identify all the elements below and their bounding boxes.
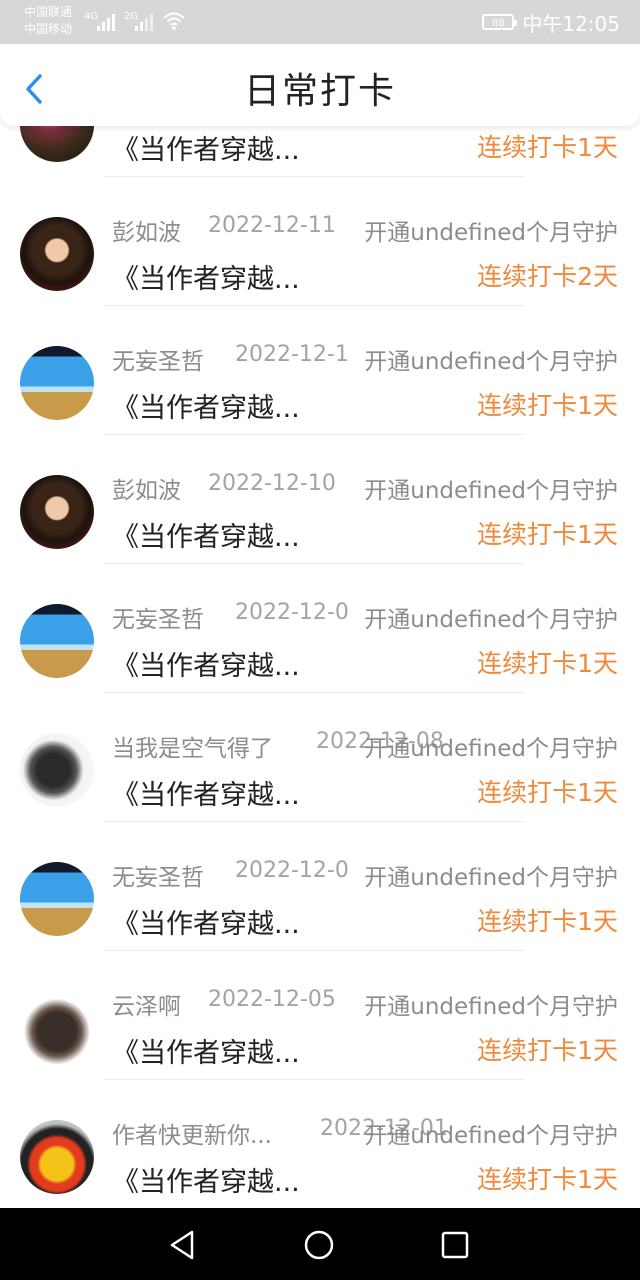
list-item[interactable]: 无妄圣哲 2022-12-0 开通undefined个月守护 《当作者穿越...…: [0, 564, 640, 693]
battery-icon: 88: [482, 14, 518, 30]
user-name: 彭如波: [112, 478, 181, 504]
streak-label: 连续打卡1天: [477, 778, 618, 807]
nav-recents-icon[interactable]: [438, 1228, 472, 1262]
guard-message: 开通undefined个月守护: [364, 736, 618, 762]
beach-avatar[interactable]: [20, 862, 94, 936]
book-title: 《当作者穿越...: [112, 1167, 300, 1198]
nav-home-icon[interactable]: [302, 1228, 336, 1262]
date: 2022-12-0: [235, 858, 349, 883]
portrait-avatar[interactable]: [20, 217, 94, 291]
streak-label: 连续打卡1天: [477, 520, 618, 549]
signal-icon: [97, 14, 115, 31]
user-name: 彭如波: [112, 220, 181, 246]
book-title: 《当作者穿越...: [112, 1038, 300, 1069]
duck-avatar[interactable]: [20, 1120, 94, 1194]
list-item[interactable]: 彭如波 2022-12-11 开通undefined个月守护 《当作者穿越...…: [0, 177, 640, 306]
book-title: 《当作者穿越...: [112, 135, 300, 166]
book-title: 《当作者穿越...: [112, 780, 300, 811]
guard-message: 开通undefined个月守护: [364, 1123, 618, 1149]
user-name: 云泽啊: [112, 994, 181, 1020]
book-title: 《当作者穿越...: [112, 264, 300, 295]
user-name: 当我是空气得了: [112, 736, 273, 762]
user-name: 无妄圣哲: [112, 349, 204, 375]
date: 2022-12-1: [235, 342, 349, 367]
header: 日常打卡: [0, 44, 640, 126]
guard-message: 开通undefined个月守护: [364, 220, 618, 246]
list-item[interactable]: 无妄圣哲 2022-12-0 开通undefined个月守护 《当作者穿越...…: [0, 822, 640, 951]
streak-label: 连续打卡1天: [477, 649, 618, 678]
book-title: 《当作者穿越...: [112, 651, 300, 682]
date: 2022-12-10: [208, 471, 336, 496]
system-nav-bar: [0, 1208, 640, 1280]
date: 2022-12-0: [235, 600, 349, 625]
streak-label: 连续打卡1天: [477, 907, 618, 936]
guard-message: 开通undefined个月守护: [364, 994, 618, 1020]
date: 2022-12-11: [208, 213, 336, 238]
user-name: 无妄圣哲: [112, 865, 204, 891]
nav-back-icon[interactable]: [166, 1228, 200, 1262]
list-item[interactable]: 云泽啊 2022-12-05 开通undefined个月守护 《当作者穿越...…: [0, 951, 640, 1080]
list-item[interactable]: 无妄圣哲 2022-12-1 开通undefined个月守护 《当作者穿越...…: [0, 306, 640, 435]
cat-avatar[interactable]: [20, 733, 94, 807]
guard-message: 开通undefined个月守护: [364, 607, 618, 633]
checkin-list[interactable]: 《当作者穿越... 连续打卡1天 彭如波 2022-12-11 开通undefi…: [0, 100, 640, 1208]
wifi-icon: [163, 12, 185, 30]
guard-message: 开通undefined个月守护: [364, 865, 618, 891]
portrait-avatar[interactable]: [20, 475, 94, 549]
guard-message: 开通undefined个月守护: [364, 478, 618, 504]
streak-label: 连续打卡1天: [477, 133, 618, 162]
book-title: 《当作者穿越...: [112, 909, 300, 940]
carrier-2: 中国移动: [24, 22, 73, 36]
status-bar: 中国联通 中国移动 4G 2G 88 中午12:05: [0, 0, 640, 44]
page-title: 日常打卡: [243, 71, 396, 112]
guard-message: 开通undefined个月守护: [364, 349, 618, 375]
list-item[interactable]: 当我是空气得了 2022-12-08 开通undefined个月守护 《当作者穿…: [0, 693, 640, 822]
streak-label: 连续打卡1天: [477, 391, 618, 420]
date: 2022-12-05: [208, 987, 336, 1012]
book-title: 《当作者穿越...: [112, 393, 300, 424]
streak-label: 连续打卡1天: [477, 1165, 618, 1194]
carrier-labels: 中国联通 中国移动: [24, 4, 72, 38]
carrier-1: 中国联通: [24, 5, 73, 19]
signal-icon: [135, 14, 153, 31]
streak-label: 连续打卡2天: [477, 262, 618, 291]
beach-avatar[interactable]: [20, 346, 94, 420]
clock: 中午12:05: [522, 11, 620, 36]
user-name: 无妄圣哲: [112, 607, 204, 633]
wolf-avatar[interactable]: [20, 991, 94, 1065]
list-item[interactable]: 作者快更新你... 2022-12-01 开通undefined个月守护 《当作…: [0, 1080, 640, 1208]
list-item[interactable]: 彭如波 2022-12-10 开通undefined个月守护 《当作者穿越...…: [0, 435, 640, 564]
user-name: 作者快更新你...: [112, 1123, 272, 1149]
beach-avatar[interactable]: [20, 604, 94, 678]
book-title: 《当作者穿越...: [112, 522, 300, 553]
streak-label: 连续打卡1天: [477, 1036, 618, 1065]
